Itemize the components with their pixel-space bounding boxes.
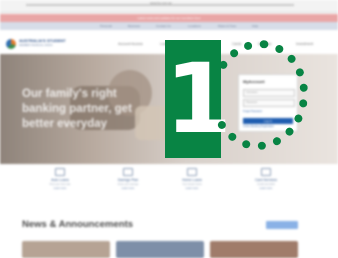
top-link-5[interactable]: Rates & Fees — [218, 22, 236, 30]
hero-headline: Our family's right banking partner, get … — [22, 88, 132, 130]
feature-desc: Find your best rate — [49, 183, 71, 186]
card-icon — [261, 168, 271, 176]
top-link-3[interactable]: Contact Us — [156, 22, 171, 30]
view-all-news-button[interactable] — [266, 221, 298, 229]
top-link-2[interactable]: Business — [128, 22, 140, 30]
feature-link[interactable]: Learn more — [162, 187, 222, 190]
news-card-1[interactable] — [22, 241, 110, 258]
feature-home-loans[interactable]: Home Loans Your dream home Learn more — [162, 168, 222, 190]
feature-link[interactable]: Learn more — [98, 187, 158, 190]
top-links-bar: Personal Business Contact Us Locations R… — [0, 22, 338, 30]
feature-link[interactable]: Learn more — [30, 187, 90, 190]
top-link-1[interactable]: Personal — [100, 22, 112, 30]
brand-name[interactable]: AUSTRALIA'S STUDENT — [19, 38, 66, 43]
feature-link[interactable]: Learn more — [236, 187, 296, 190]
feature-desc: Credit and debit — [257, 183, 275, 186]
feature-title: Savings Plan — [117, 178, 139, 182]
promo-banner[interactable]: Latest news and updates for our members … — [0, 14, 338, 22]
nav-item-account-access[interactable]: Account Access — [118, 42, 143, 46]
news-section-title: News & Announcements — [22, 219, 134, 230]
nav-item-investment[interactable]: Investment — [296, 42, 313, 46]
car-icon — [55, 168, 65, 176]
browser-address-bar[interactable]: www.fcu.com.au — [0, 0, 338, 13]
house-icon — [187, 168, 197, 176]
piggy-bank-icon — [123, 168, 133, 176]
news-card-3[interactable] — [210, 241, 298, 258]
feature-title: Home Loans — [182, 178, 202, 182]
brand-tagline: MEMBER FINANCIAL UNION — [19, 44, 53, 47]
feature-title: Auto Loans — [51, 178, 69, 182]
feature-title: Card Services — [255, 178, 277, 182]
brand-logo-icon[interactable] — [6, 39, 16, 49]
address-text: www.fcu.com.au — [150, 1, 172, 5]
feature-desc: Grow your savings — [117, 183, 139, 186]
news-card-2[interactable] — [116, 241, 204, 258]
top-link-4[interactable]: Locations — [188, 22, 201, 30]
feature-savings-plan[interactable]: Savings Plan Grow your savings Learn mor… — [98, 168, 158, 190]
feature-card-services[interactable]: Card Services Credit and debit Learn mor… — [236, 168, 296, 190]
feature-auto-loans[interactable]: Auto Loans Find your best rate Learn mor… — [30, 168, 90, 190]
top-link-6[interactable]: Help — [252, 22, 258, 30]
feature-desc: Your dream home — [182, 183, 202, 186]
promo-text: Latest news and updates for our members … — [137, 16, 201, 20]
